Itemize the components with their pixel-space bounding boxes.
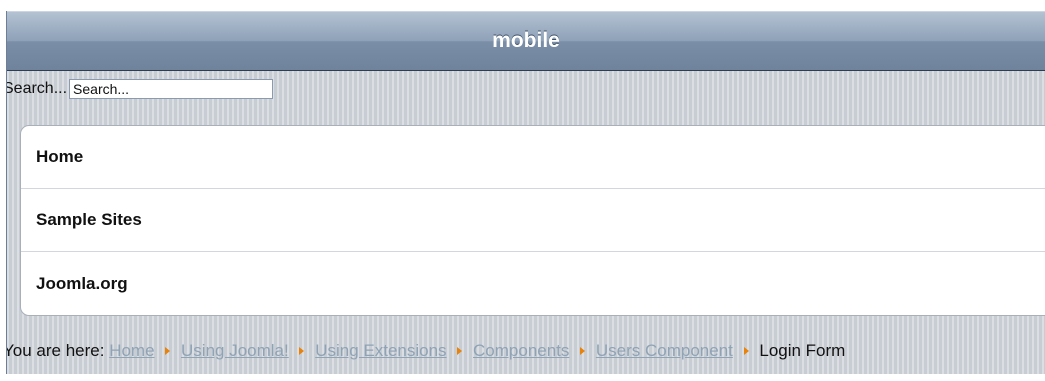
breadcrumb: You are here: Home Using Joomla! Using E… — [6, 341, 846, 361]
triangle-right-icon — [299, 347, 305, 356]
search-label: Search... — [6, 80, 68, 97]
menu-item-home[interactable]: Home — [21, 126, 1045, 189]
triangle-right-icon — [165, 347, 171, 356]
breadcrumb-link-users-component[interactable]: Users Component — [596, 341, 733, 360]
triangle-right-icon — [743, 347, 749, 356]
breadcrumb-link-using-joomla[interactable]: Using Joomla! — [181, 341, 289, 360]
main-menu: Home Sample Sites Joomla.org — [20, 125, 1045, 316]
breadcrumb-prefix: You are here: — [6, 341, 105, 360]
breadcrumb-link-components[interactable]: Components — [473, 341, 569, 360]
mobile-page: mobile Search... Home Sample Sites Jooml… — [6, 11, 1045, 374]
breadcrumb-link-home[interactable]: Home — [109, 341, 154, 360]
header-bar: mobile — [7, 11, 1045, 71]
menu-item-sample-sites[interactable]: Sample Sites — [21, 189, 1045, 252]
menu-item-joomla-org[interactable]: Joomla.org — [21, 252, 1045, 315]
triangle-right-icon — [580, 347, 586, 356]
search-input[interactable] — [69, 79, 274, 99]
search-form: Search... — [6, 77, 274, 101]
triangle-right-icon — [457, 347, 463, 356]
breadcrumb-link-using-extensions[interactable]: Using Extensions — [315, 341, 446, 360]
page-title: mobile — [492, 29, 560, 52]
breadcrumb-current: Login Form — [759, 341, 846, 360]
